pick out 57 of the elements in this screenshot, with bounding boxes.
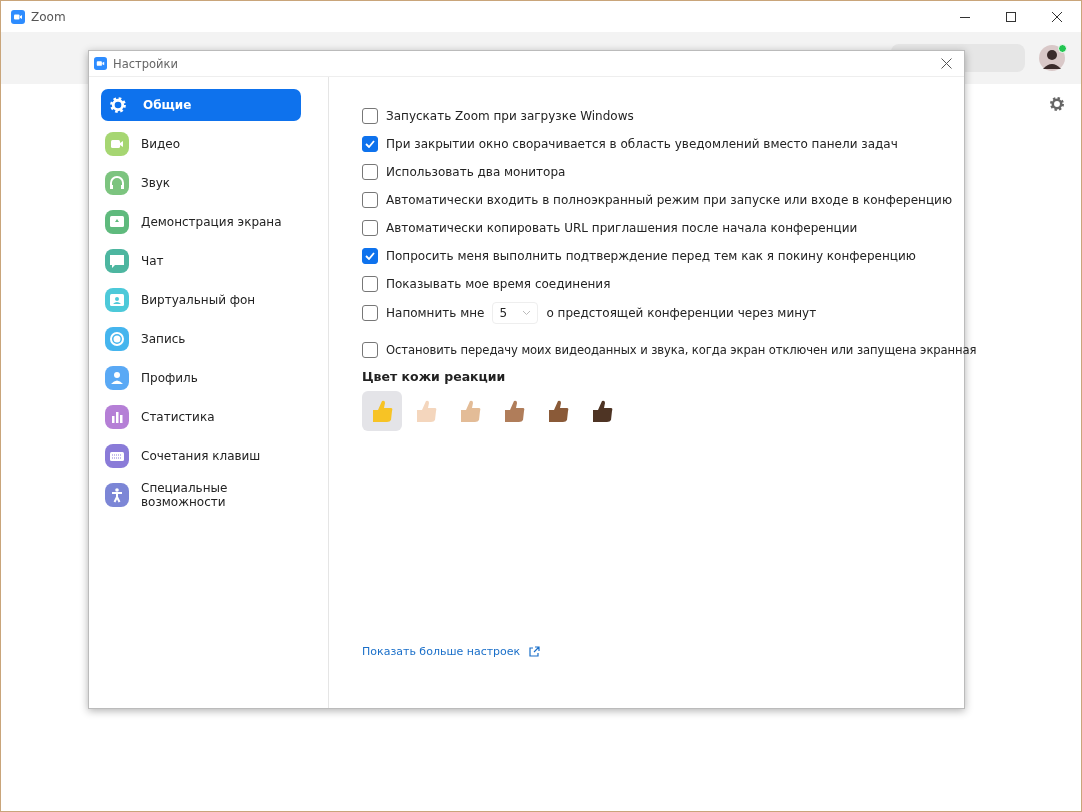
option-label: Автоматически копировать URL приглашения после начала конференции xyxy=(386,221,858,235)
close-icon[interactable] xyxy=(1051,10,1063,23)
person-frame-icon xyxy=(105,288,129,312)
bar-chart-icon xyxy=(105,405,129,429)
sidebar-item[interactable]: Общие xyxy=(101,89,301,121)
record-icon xyxy=(105,327,129,351)
accessibility-icon xyxy=(105,483,129,507)
headphones-icon xyxy=(105,171,129,195)
sidebar-item[interactable]: Виртуальный фон xyxy=(101,284,301,316)
video-camera-icon xyxy=(105,132,129,156)
option-label: Остановить передачу моих видеоданных и звука, когда экран отключен или запущена экранная xyxy=(386,343,977,357)
checkmark-icon xyxy=(365,252,375,260)
sidebar-item[interactable]: Специальные возможности xyxy=(101,479,301,511)
zoom-logo-icon xyxy=(11,9,25,24)
sidebar-item[interactable]: Статистика xyxy=(101,401,301,433)
checkbox[interactable] xyxy=(362,276,378,292)
external-link-icon xyxy=(528,645,541,658)
sidebar-item[interactable]: Видео xyxy=(101,128,301,160)
checkbox[interactable] xyxy=(362,305,378,321)
keyboard-icon xyxy=(105,444,129,468)
gear-icon xyxy=(109,96,127,114)
checkbox[interactable] xyxy=(362,342,378,358)
avatar[interactable] xyxy=(1039,45,1065,71)
checkbox[interactable] xyxy=(362,136,378,152)
option-label: Использовать два монитора xyxy=(386,165,566,179)
minutes-dropdown[interactable]: 5 xyxy=(492,302,539,324)
window-title: Zoom xyxy=(31,9,66,24)
checkmark-icon xyxy=(365,140,375,148)
sidebar-item[interactable]: Сочетания клавиш xyxy=(101,440,301,472)
chevron-down-icon xyxy=(522,310,532,316)
checkbox[interactable] xyxy=(362,108,378,124)
sidebar-item[interactable]: Демонстрация экрана xyxy=(101,206,301,238)
settings-icon[interactable] xyxy=(1049,96,1065,112)
section-heading: Цвет кожи реакции xyxy=(362,369,507,384)
sidebar-item[interactable]: Профиль xyxy=(101,362,301,394)
checkbox[interactable] xyxy=(362,192,378,208)
checkbox[interactable] xyxy=(362,164,378,180)
screen-share-icon xyxy=(105,210,129,234)
zoom-logo-icon xyxy=(94,57,107,70)
checkbox[interactable] xyxy=(362,248,378,264)
maximize-icon[interactable] xyxy=(1005,10,1017,23)
option-label: Автоматически входить в полноэкранный режим при запуске или входе в конференцию xyxy=(386,193,952,207)
option-label: Попросить меня выполнить подтверждение перед тем как я покину конференцию xyxy=(386,249,916,263)
option-label: о предстоящей конференции через минут xyxy=(546,306,817,320)
chat-bubble-icon xyxy=(105,249,129,273)
option-label: При закрытии окно сворачивается в область уведомлений вместо панели задач xyxy=(386,137,898,151)
option-label: Напомнить мне xyxy=(386,306,485,320)
more-settings-link[interactable]: Показать больше настроек xyxy=(362,645,541,658)
checkbox[interactable] xyxy=(362,220,378,236)
option-label: Показывать мое время соединения xyxy=(386,277,611,291)
close-icon[interactable] xyxy=(941,58,952,69)
sidebar-item[interactable]: Звук xyxy=(101,167,301,199)
dialog-title: Настройки xyxy=(113,56,178,71)
sidebar-item[interactable]: Чат xyxy=(101,245,301,277)
sidebar-item[interactable]: Запись xyxy=(101,323,301,355)
option-label: Запускать Zoom при загрузке Windows xyxy=(386,109,634,123)
person-icon xyxy=(105,366,129,390)
